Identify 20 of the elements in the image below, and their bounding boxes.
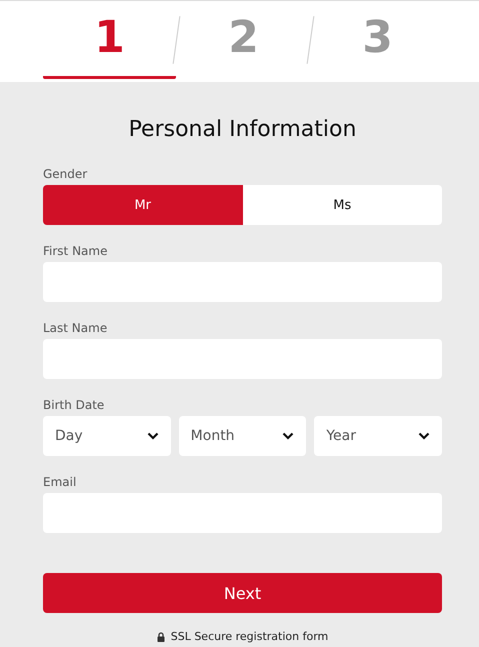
field-label: Last Name: [43, 321, 108, 335]
gender-option[interactable]: Mr: [43, 185, 242, 225]
step-tab[interactable]: 1: [43, 1, 176, 79]
step-tab[interactable]: 2: [177, 1, 310, 79]
dropdown[interactable]: Year: [314, 416, 442, 456]
dropdown[interactable]: Day: [43, 416, 171, 456]
field-label: Birth Date: [43, 398, 106, 412]
lock-icon: [156, 632, 165, 642]
next-button[interactable]: Next: [43, 573, 442, 613]
form-title: Personal Information: [128, 116, 358, 144]
field-label: First Name: [43, 244, 108, 258]
chevron-down-icon: [418, 432, 430, 440]
field-label: Email: [43, 475, 78, 489]
chevron-down-icon: [282, 432, 294, 440]
dropdown[interactable]: Month: [178, 416, 306, 456]
field-label: Gender: [43, 167, 88, 181]
step-tab[interactable]: 3: [311, 1, 444, 79]
secure-note: SSL Secure registration form: [170, 630, 328, 644]
gender-option[interactable]: Ms: [242, 185, 442, 225]
chevron-down-icon: [146, 432, 159, 440]
